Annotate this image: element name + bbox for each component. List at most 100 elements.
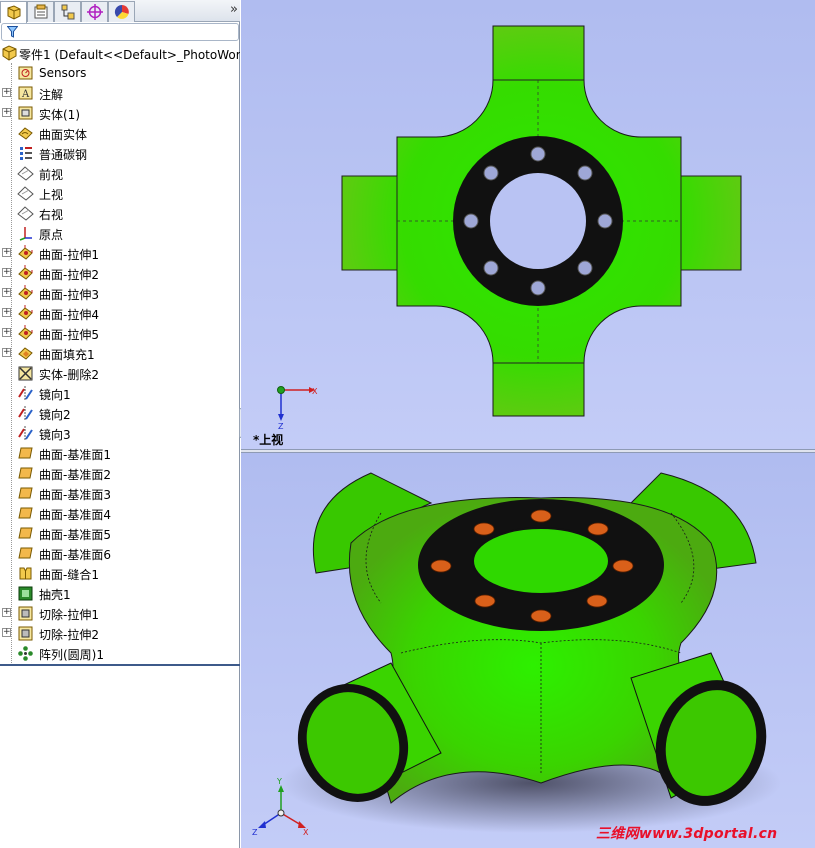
expand-toggle[interactable]: + (2, 108, 11, 117)
surface-extrude-icon (18, 325, 33, 340)
tree-item-label: 镜向1 (39, 388, 71, 402)
tab-configuration-manager[interactable] (54, 1, 81, 22)
mirror-icon (18, 406, 33, 421)
tree-item[interactable]: 曲面-基准面6 (0, 543, 240, 563)
tree-item-label: 曲面-拉伸1 (39, 248, 99, 262)
surface-extrude-icon (18, 265, 33, 280)
tree-item-label: 实体-删除2 (39, 368, 99, 382)
center-bore (490, 173, 586, 269)
tree-item[interactable]: 抽壳1 (0, 583, 240, 603)
tree-item[interactable]: 曲面-缝合1 (0, 563, 240, 583)
delete-body-icon (18, 366, 33, 381)
triad-y-label: Y (276, 777, 282, 786)
tree-item[interactable]: + 曲面-拉伸4 (0, 303, 240, 323)
planar-surface-icon (18, 527, 33, 539)
expand-toggle[interactable]: + (2, 88, 11, 97)
tree-item[interactable]: + 曲面-拉伸1 (0, 243, 240, 263)
tree-item-label: 曲面-基准面6 (39, 548, 111, 562)
surface-bodies-icon (18, 127, 33, 140)
tree-item[interactable]: 镜向3 (0, 423, 240, 443)
triad-x-label-iso: X (303, 828, 309, 837)
tree-filter-field[interactable] (1, 23, 239, 41)
surface-extrude-icon (18, 285, 33, 300)
watermark-text: 三维网www.3dportal.cn (596, 826, 778, 842)
dimxpert-icon (86, 4, 103, 20)
origin-icon (19, 227, 32, 241)
expand-toggle[interactable]: + (2, 308, 11, 317)
tree-item[interactable]: 曲面实体 (0, 123, 240, 143)
tree-item[interactable]: 曲面-基准面4 (0, 503, 240, 523)
graphics-viewport-iso[interactable]: Y X Z 三维网www.3dportal.cn (241, 453, 815, 848)
tree-item-label: 上视 (39, 188, 64, 202)
tree-item[interactable]: + 曲面-拉伸2 (0, 263, 240, 283)
feature-manager-panel: » 零件1 (Default<<Default>_PhotoWorl Senso… (0, 0, 240, 848)
tree-item[interactable]: 前视 (0, 163, 240, 183)
tree-item[interactable]: + 切除-拉伸2 (0, 623, 240, 643)
tree-item[interactable]: + 实体(1) (0, 103, 240, 123)
tree-item[interactable]: 普通碳钢 (0, 143, 240, 163)
tree-item[interactable]: + A 注解 (0, 83, 240, 103)
tree-item-label: 曲面-拉伸2 (39, 268, 99, 282)
tabs-overflow-button[interactable]: » (230, 2, 238, 17)
expand-toggle[interactable]: + (2, 268, 11, 277)
tree-item[interactable]: + 曲面-拉伸3 (0, 283, 240, 303)
tree-item[interactable]: 镜向1 (0, 383, 240, 403)
expand-toggle[interactable]: + (2, 348, 11, 357)
tree-item-label: 普通碳钢 (39, 148, 88, 162)
triad-x-label: X (312, 387, 318, 396)
tab-feature-manager[interactable] (0, 1, 27, 23)
tree-item-label: 注解 (39, 88, 64, 102)
mirror-icon (18, 426, 33, 441)
tree-item[interactable]: 曲面-基准面1 (0, 443, 240, 463)
view-triad-top: X Z (277, 386, 318, 431)
expand-toggle[interactable]: + (2, 288, 11, 297)
tab-display-manager[interactable] (108, 1, 135, 22)
tree-item[interactable]: + 曲面-拉伸5 (0, 323, 240, 343)
tree-root-part[interactable]: 零件1 (Default<<Default>_PhotoWorl (0, 43, 240, 63)
tree-item[interactable]: 曲面-基准面5 (0, 523, 240, 543)
mirror-icon (18, 386, 33, 401)
solid-bodies-icon (18, 106, 33, 120)
tree-item[interactable]: 阵列(圆周)1 (0, 643, 240, 663)
center-bore-iso (472, 527, 610, 595)
tree-item-label: 曲面-缝合1 (39, 568, 99, 582)
model-iso-view: Y X Z (252, 472, 781, 837)
triad-z-label-iso: Z (252, 828, 258, 837)
planar-surface-icon (18, 447, 33, 459)
tree-item-label: 曲面-基准面5 (39, 528, 111, 542)
tree-item[interactable]: + 切除-拉伸1 (0, 603, 240, 623)
tree-item[interactable]: 原点 (0, 223, 240, 243)
tree-item[interactable]: 曲面-基准面2 (0, 463, 240, 483)
tree-item-label: 切除-拉伸2 (39, 628, 99, 642)
triad-z-label: Z (278, 422, 284, 431)
tree-item[interactable]: 镜向2 (0, 403, 240, 423)
expand-toggle[interactable]: + (2, 628, 11, 637)
expand-toggle[interactable]: + (2, 608, 11, 617)
sensors-icon (18, 66, 33, 80)
view-orientation-label: *上视 (253, 433, 284, 447)
tree-item[interactable]: 右视 (0, 203, 240, 223)
tab-property-manager[interactable] (27, 1, 54, 22)
tree-item[interactable]: + 曲面填充1 (0, 343, 240, 363)
tree-item-label: 切除-拉伸1 (39, 608, 99, 622)
feature-tree-icon (7, 4, 20, 20)
tree-item[interactable]: Sensors (0, 63, 240, 83)
tree-item-label: 镜向3 (39, 428, 71, 442)
tree-item-label: 右视 (39, 208, 64, 222)
tree-item[interactable]: 上视 (0, 183, 240, 203)
tree-item-label: 曲面-拉伸5 (39, 328, 99, 342)
tree-item[interactable]: 曲面-基准面3 (0, 483, 240, 503)
tree-end-marker (0, 664, 240, 666)
cut-extrude-icon (18, 626, 33, 641)
expand-toggle[interactable]: + (2, 248, 11, 257)
tree-item[interactable]: 实体-删除2 (0, 363, 240, 383)
tab-dimxpert-manager[interactable] (81, 1, 108, 22)
material-icon (20, 147, 32, 160)
expand-toggle[interactable]: + (2, 328, 11, 337)
tree-item-label: 曲面-基准面1 (39, 448, 111, 462)
cut-extrude-icon (18, 606, 33, 621)
graphics-viewport-top[interactable]: X Z *上视 (241, 0, 815, 449)
tree-item-label: 曲面-基准面3 (39, 488, 111, 502)
planar-surface-icon (18, 547, 33, 559)
annotations-icon: A (18, 86, 33, 100)
